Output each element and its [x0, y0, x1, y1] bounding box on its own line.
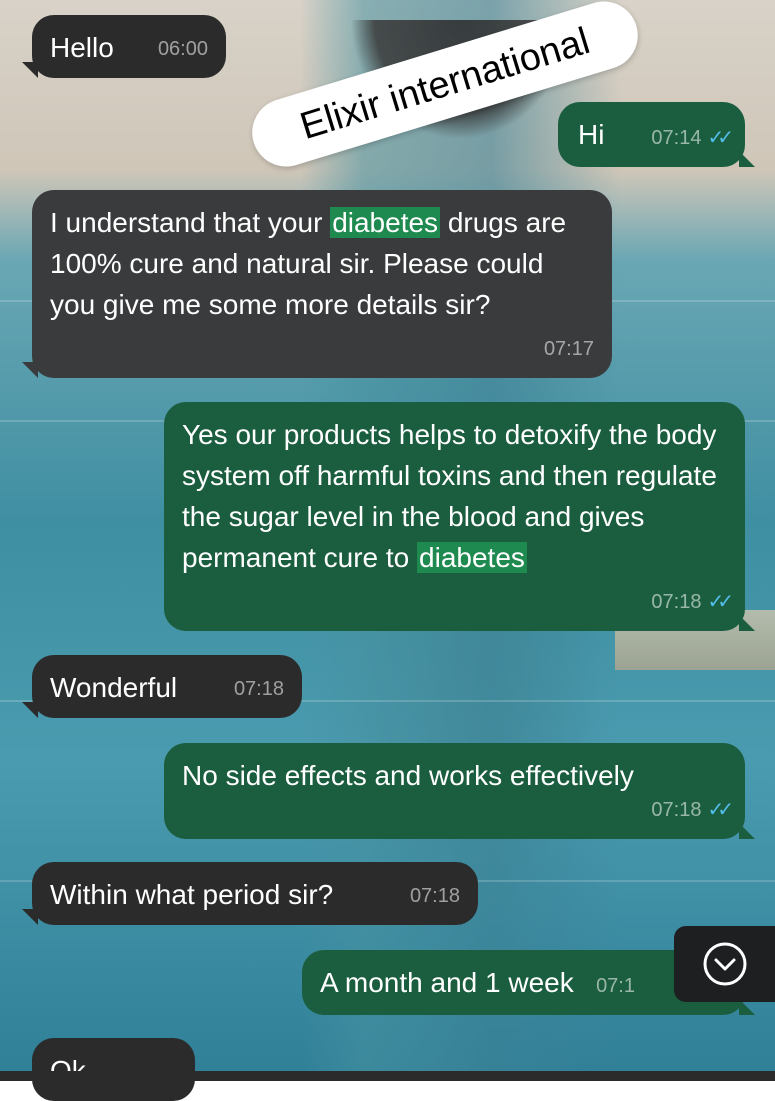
message-time: 06:00 [157, 38, 208, 60]
message-bubble-incoming[interactable]: Hello 06:00 [22, 15, 226, 78]
message-meta: 07:18 [410, 876, 460, 917]
double-check-icon: ✓✓ [707, 591, 733, 613]
highlighted-search-term: diabetes [330, 207, 441, 238]
bottom-bar [0, 1071, 775, 1081]
message-time: 07:1 [596, 975, 635, 997]
message-meta: 07:18 [234, 669, 284, 710]
message-text: Hi [578, 119, 605, 150]
message-meta: 07:18 ✓✓ [651, 582, 733, 623]
message-time: 07:18 [651, 799, 702, 821]
message-time: 07:18 [651, 591, 702, 613]
message-meta: 07:14 ✓✓ [651, 118, 733, 159]
message-time: 07:14 [651, 127, 702, 149]
message-text: A month and 1 week [320, 967, 574, 998]
double-check-icon: ✓✓ [707, 799, 733, 821]
message-text: No side effects and works effectively [182, 760, 634, 791]
message-bubble-outgoing[interactable]: Hi 07:14 ✓✓ [558, 102, 745, 167]
message-meta: 07:17 [544, 329, 594, 370]
message-text: Wonderful [50, 672, 178, 703]
message-meta: 07:1 [596, 966, 635, 1007]
message-time: 07:17 [543, 338, 594, 360]
highlighted-search-term: diabetes [417, 542, 527, 573]
message-meta: 07:18 ✓✓ [651, 790, 733, 831]
message-time: 07:18 [233, 678, 284, 700]
message-bubble-incoming[interactable]: Ok [32, 1038, 195, 1101]
scroll-to-bottom-button[interactable] [674, 926, 775, 1002]
message-bubble-outgoing[interactable]: Yes our products helps to detoxify the b… [164, 402, 745, 631]
message-bubble-incoming[interactable]: I understand that your diabetes drugs ar… [22, 190, 612, 378]
message-meta: 06:00 [158, 29, 208, 70]
message-bubble-incoming[interactable]: Within what period sir? 07:18 [22, 862, 478, 925]
message-text: Within what period sir? [50, 879, 334, 910]
chevron-down-circle-icon [703, 942, 746, 986]
message-text: Hello [50, 32, 114, 63]
message-bubble-incoming[interactable]: Wonderful 07:18 [22, 655, 302, 718]
message-time: 07:18 [409, 885, 460, 907]
double-check-icon: ✓✓ [707, 127, 733, 149]
message-text-part: I understand that your [50, 207, 331, 238]
message-bubble-outgoing[interactable]: No side effects and works effectively 07… [164, 743, 745, 839]
